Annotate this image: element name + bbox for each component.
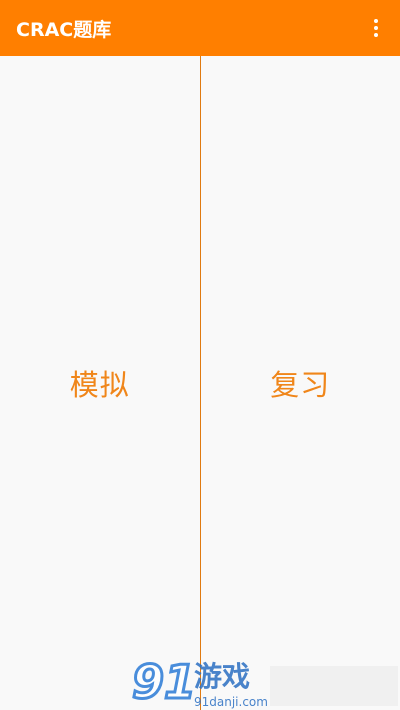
review-mode-button[interactable]: 复习 <box>201 56 400 710</box>
app-toolbar: CRAC题库 <box>0 0 400 56</box>
menu-dot <box>374 26 378 30</box>
review-mode-label: 复习 <box>270 368 331 402</box>
overflow-menu-icon[interactable] <box>364 16 388 40</box>
simulate-mode-label: 模拟 <box>69 368 130 402</box>
mode-selector: 模拟 复习 <box>0 56 400 710</box>
app-title: CRAC题库 <box>16 18 112 41</box>
menu-dot <box>374 33 378 37</box>
app-window: CRAC题库 模拟 复习 91 游戏 91danji.com <box>0 0 400 710</box>
simulate-mode-button[interactable]: 模拟 <box>0 56 200 710</box>
menu-dot <box>374 19 378 23</box>
